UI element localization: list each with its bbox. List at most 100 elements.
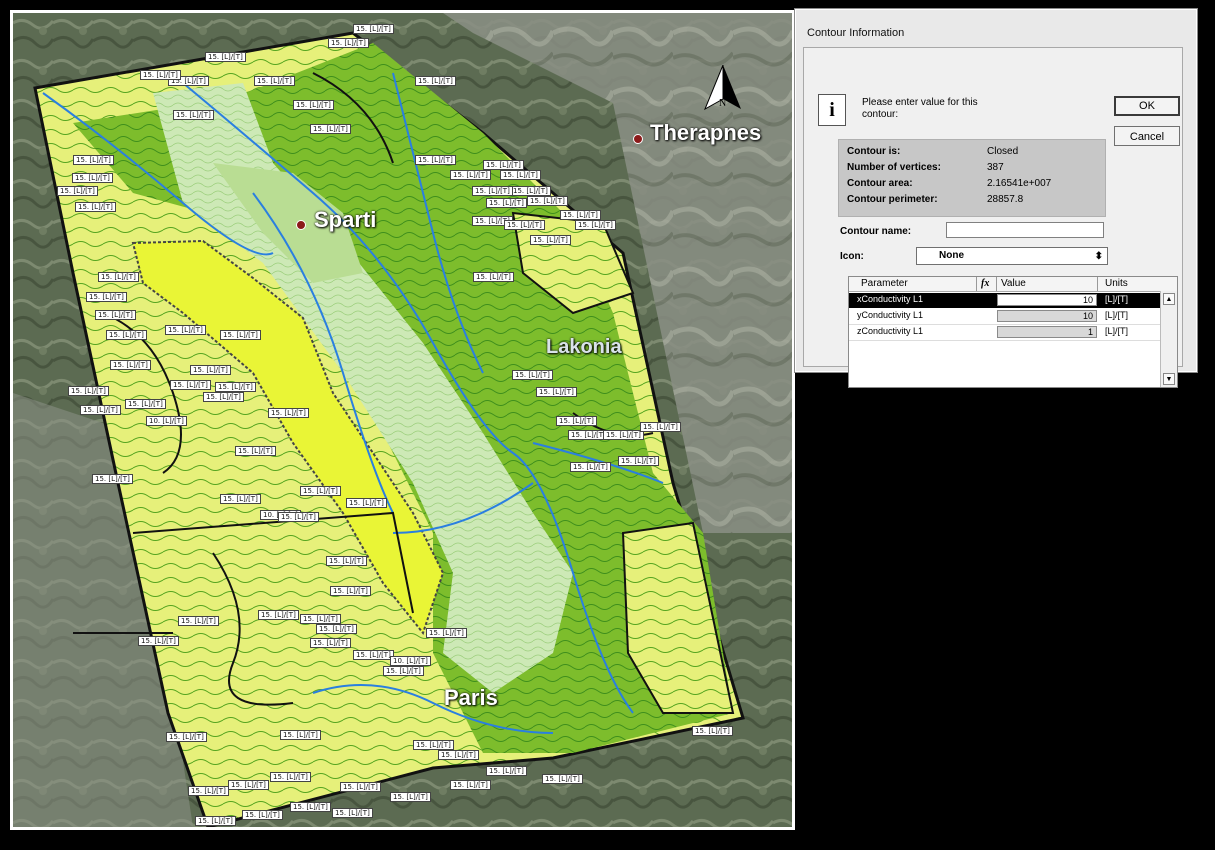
contour-value-tag[interactable]: 15. [L]/[T] (390, 792, 431, 802)
contour-value-tag[interactable]: 15. [L]/[T] (527, 196, 568, 206)
contour-value-tag[interactable]: 15. [L]/[T] (138, 636, 179, 646)
contour-value-tag[interactable]: 15. [L]/[T] (473, 272, 514, 282)
table-scrollbar[interactable]: ▲ ▼ (1160, 291, 1177, 387)
contour-value-tag[interactable]: 15. [L]/[T] (413, 740, 454, 750)
contour-value-tag[interactable]: 15. [L]/[T] (166, 732, 207, 742)
contour-value-tag[interactable]: 15. [L]/[T] (106, 330, 147, 340)
contour-value-tag[interactable]: 15. [L]/[T] (575, 220, 616, 230)
contour-name-input[interactable] (946, 222, 1104, 238)
contour-value-tag[interactable]: 15. [L]/[T] (80, 405, 121, 415)
contour-value-tag[interactable]: 15. [L]/[T] (570, 462, 611, 472)
contour-value-tag[interactable]: 15. [L]/[T] (640, 422, 681, 432)
contour-value-tag[interactable]: 15. [L]/[T] (293, 100, 334, 110)
contour-value-tag[interactable]: 15. [L]/[T] (316, 624, 357, 634)
contour-value-tag[interactable]: 15. [L]/[T] (560, 210, 601, 220)
contour-value-tag[interactable]: 15. [L]/[T] (450, 780, 491, 790)
contour-value-tag[interactable]: 15. [L]/[T] (270, 772, 311, 782)
contour-value-tag[interactable]: 15. [L]/[T] (125, 399, 166, 409)
contour-value-tag[interactable]: 15. [L]/[T] (72, 173, 113, 183)
contour-value-tag[interactable]: 15. [L]/[T] (205, 52, 246, 62)
icon-select[interactable]: None ⬍ (916, 247, 1108, 265)
contour-value-tag[interactable]: 15. [L]/[T] (290, 802, 331, 812)
contour-value-tag[interactable]: 15. [L]/[T] (426, 628, 467, 638)
contour-value-tag[interactable]: 15. [L]/[T] (203, 392, 244, 402)
table-row[interactable]: xConductivity L1 10 [L]/[T] (849, 293, 1161, 308)
contour-value-tag[interactable]: 15. [L]/[T] (254, 76, 295, 86)
contour-value-tag[interactable]: 15. [L]/[T] (220, 494, 261, 504)
contour-value-tag[interactable]: 15. [L]/[T] (215, 382, 256, 392)
row-value-input[interactable]: 10 (997, 294, 1097, 306)
contour-value-tag[interactable]: 15. [L]/[T] (332, 808, 373, 818)
contour-value-tag[interactable]: 15. [L]/[T] (220, 330, 261, 340)
row-value-input[interactable]: 1 (997, 326, 1097, 338)
contour-value-tag[interactable]: 15. [L]/[T] (195, 816, 236, 826)
north-letter: N (719, 98, 727, 109)
updown-arrow-icon: ⬍ (1094, 251, 1103, 262)
therapnes-marker (633, 134, 643, 144)
contour-value-tag[interactable]: 15. [L]/[T] (383, 666, 424, 676)
contour-value-tag[interactable]: 15. [L]/[T] (242, 810, 283, 820)
contour-value-tag[interactable]: 15. [L]/[T] (258, 610, 299, 620)
scroll-up-icon[interactable]: ▲ (1163, 293, 1175, 305)
contour-value-tag[interactable]: 15. [L]/[T] (542, 774, 583, 784)
contour-value-tag[interactable]: 15. [L]/[T] (188, 786, 229, 796)
contour-value-tag[interactable]: 15. [L]/[T] (330, 586, 371, 596)
contour-value-tag[interactable]: 15. [L]/[T] (504, 220, 545, 230)
contour-value-tag[interactable]: 15. [L]/[T] (556, 416, 597, 426)
contour-value-tag[interactable]: 15. [L]/[T] (268, 408, 309, 418)
contour-value-tag[interactable]: 15. [L]/[T] (280, 730, 321, 740)
cancel-button[interactable]: Cancel (1114, 126, 1180, 146)
contour-value-tag[interactable]: 15. [L]/[T] (92, 474, 133, 484)
contour-value-tag[interactable]: 15. [L]/[T] (310, 638, 351, 648)
ok-button[interactable]: OK (1114, 96, 1180, 116)
contour-value-tag[interactable]: 15. [L]/[T] (68, 386, 109, 396)
table-row[interactable]: zConductivity L1 1 [L]/[T] (849, 325, 1161, 341)
contour-value-tag[interactable]: 15. [L]/[T] (510, 186, 551, 196)
table-row[interactable]: yConductivity L1 10 [L]/[T] (849, 309, 1161, 325)
contour-value-tag[interactable]: 15. [L]/[T] (278, 512, 319, 522)
contour-value-tag[interactable]: 15. [L]/[T] (178, 616, 219, 626)
scroll-down-icon[interactable]: ▼ (1163, 373, 1175, 385)
contour-value-tag[interactable]: 15. [L]/[T] (483, 160, 524, 170)
contour-value-tag[interactable]: 15. [L]/[T] (95, 310, 136, 320)
contour-value-tag[interactable]: 15. [L]/[T] (618, 456, 659, 466)
contour-value-tag[interactable]: 15. [L]/[T] (692, 726, 733, 736)
contour-value-tag[interactable]: 15. [L]/[T] (603, 430, 644, 440)
contour-value-tag[interactable]: 15. [L]/[T] (326, 556, 367, 566)
contour-value-tag[interactable]: 15. [L]/[T] (173, 110, 214, 120)
contour-value-tag[interactable]: 15. [L]/[T] (228, 780, 269, 790)
contour-value-tag[interactable]: 15. [L]/[T] (486, 198, 527, 208)
contour-value-tag[interactable]: 15. [L]/[T] (500, 170, 541, 180)
contour-value-tag[interactable]: 15. [L]/[T] (75, 202, 116, 212)
contour-value-tag[interactable]: 15. [L]/[T] (73, 155, 114, 165)
contour-value-tag[interactable]: 15. [L]/[T] (165, 325, 206, 335)
contour-value-tag[interactable]: 15. [L]/[T] (486, 766, 527, 776)
contour-value-tag[interactable]: 15. [L]/[T] (536, 387, 577, 397)
contour-value-tag[interactable]: 15. [L]/[T] (415, 76, 456, 86)
contour-value-tag[interactable]: 15. [L]/[T] (300, 486, 341, 496)
contour-value-tag[interactable]: 15. [L]/[T] (86, 292, 127, 302)
contour-value-tag[interactable]: 15. [L]/[T] (512, 370, 553, 380)
contour-value-tag[interactable]: 15. [L]/[T] (110, 360, 151, 370)
contour-value-tag[interactable]: 15. [L]/[T] (300, 614, 341, 624)
contour-value-tag[interactable]: 15. [L]/[T] (530, 235, 571, 245)
contour-value-tag[interactable]: 15. [L]/[T] (346, 498, 387, 508)
contour-value-tag[interactable]: 15. [L]/[T] (438, 750, 479, 760)
contour-value-tag[interactable]: 15. [L]/[T] (353, 24, 394, 34)
contour-value-tag[interactable]: 15. [L]/[T] (190, 365, 231, 375)
contour-value-tag[interactable]: 15. [L]/[T] (98, 272, 139, 282)
contour-value-tag[interactable]: 15. [L]/[T] (450, 170, 491, 180)
contour-value-tag[interactable]: 15. [L]/[T] (170, 380, 211, 390)
contour-value-tag[interactable]: 15. [L]/[T] (415, 155, 456, 165)
row-value-input[interactable]: 10 (997, 310, 1097, 322)
contour-value-tag[interactable]: 15. [L]/[T] (353, 650, 394, 660)
contour-value-tag[interactable]: 10. [L]/[T] (390, 656, 431, 666)
contour-value-tag[interactable]: 15. [L]/[T] (340, 782, 381, 792)
contour-value-tag[interactable]: 15. [L]/[T] (140, 70, 181, 80)
contour-value-tag[interactable]: 15. [L]/[T] (472, 186, 513, 196)
contour-value-tag[interactable]: 15. [L]/[T] (235, 446, 276, 456)
contour-value-tag[interactable]: 10. [L]/[T] (146, 416, 187, 426)
contour-value-tag[interactable]: 15. [L]/[T] (328, 38, 369, 48)
contour-value-tag[interactable]: 15. [L]/[T] (310, 124, 351, 134)
contour-value-tag[interactable]: 15. [L]/[T] (57, 186, 98, 196)
